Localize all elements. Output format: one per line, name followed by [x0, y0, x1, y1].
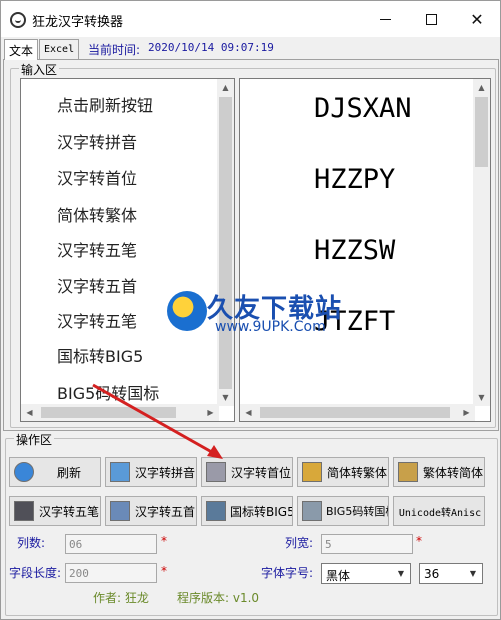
unicode-to-ansi-button[interactable]: Unicode转Anisc — [393, 496, 485, 526]
maximize-button[interactable] — [408, 1, 454, 37]
hanzi-to-initials-button[interactable]: 汉字转首位 — [201, 457, 293, 487]
input-area-label: 输入区 — [19, 61, 60, 78]
font-label: 字体字号: — [261, 566, 314, 580]
operation-area-label: 操作区 — [14, 431, 55, 448]
minimize-icon — [379, 18, 391, 20]
app-logo-icon — [10, 12, 26, 28]
current-time-label: 当前时间: — [88, 43, 141, 57]
big5-to-gb-button[interactable]: BIG5码转国标 — [297, 496, 389, 526]
required-mark: * — [161, 534, 167, 548]
left-horizontal-scrollbar[interactable]: ◀ ▶ — [21, 404, 219, 421]
columns-field[interactable]: 06 — [65, 534, 157, 554]
list-item[interactable]: 汉字转拼音 — [57, 129, 137, 153]
font-family-value: 黑体 — [326, 569, 351, 583]
scroll-left-icon[interactable]: ◀ — [21, 404, 38, 421]
convert-icon — [302, 462, 322, 482]
list-item[interactable]: 简体转繁体 — [57, 202, 137, 226]
list-item[interactable]: HZZPY — [314, 164, 395, 195]
document-icon — [206, 501, 226, 521]
field-length-field[interactable]: 200 — [65, 563, 157, 583]
author-text: 作者: 狂龙 — [93, 591, 149, 605]
input-area-group: 输入区 点击刷新按钮 汉字转拼音 汉字转首位 简体转繁体 汉字转五笔 汉字转五首… — [10, 61, 496, 428]
font-size-value: 36 — [424, 567, 440, 581]
gb-to-big5-button[interactable]: 国标转BIG5 — [201, 496, 293, 526]
window-title: 狂龙汉字转换器 — [32, 15, 124, 30]
app-window: 狂龙汉字转换器 ✕ 文本 Excel 当前时间: 2020/10/14 09:0… — [0, 0, 501, 620]
right-horizontal-scrollbar[interactable]: ◀ ▶ — [240, 404, 475, 421]
result-list[interactable]: DJSXAN HZZPY HZZSW JTZFT ▲ ▼ ◀ ▶ — [239, 78, 491, 422]
list-item[interactable]: 汉字转五首 — [57, 273, 137, 297]
chevron-down-icon[interactable]: ▼ — [466, 567, 480, 580]
scroll-down-icon[interactable]: ▼ — [473, 389, 490, 406]
close-icon: ✕ — [470, 9, 484, 29]
column-width-label: 列宽: — [285, 536, 314, 550]
scroll-up-icon[interactable]: ▲ — [217, 79, 234, 96]
text-tab-panel: 输入区 点击刷新按钮 汉字转拼音 汉字转首位 简体转繁体 汉字转五笔 汉字转五首… — [3, 59, 499, 431]
list-item[interactable]: 汉字转五笔 — [57, 237, 137, 261]
refresh-icon — [14, 462, 34, 482]
list-item[interactable]: DJSXAN — [314, 93, 412, 124]
required-mark: * — [416, 534, 422, 548]
list-item[interactable]: 汉字转首位 — [57, 165, 137, 189]
scroll-thumb[interactable] — [219, 97, 232, 389]
document-icon — [110, 501, 130, 521]
left-vertical-scrollbar[interactable]: ▲ ▼ — [217, 79, 234, 406]
current-time-value: 2020/10/14 09:07:19 — [148, 41, 274, 54]
function-list[interactable]: 点击刷新按钮 汉字转拼音 汉字转首位 简体转繁体 汉字转五笔 汉字转五首 汉字转… — [20, 78, 235, 422]
scroll-down-icon[interactable]: ▼ — [217, 389, 234, 406]
list-item[interactable]: 国标转BIG5 — [57, 343, 143, 367]
title-bar: 狂龙汉字转换器 ✕ — [1, 1, 500, 37]
scroll-thumb[interactable] — [475, 97, 488, 167]
scroll-up-icon[interactable]: ▲ — [473, 79, 490, 96]
minimize-button[interactable] — [362, 1, 408, 37]
scroll-right-icon[interactable]: ▶ — [458, 404, 475, 421]
watermark-logo-icon — [167, 291, 207, 331]
required-mark: * — [161, 564, 167, 578]
right-vertical-scrollbar[interactable]: ▲ ▼ — [473, 79, 490, 406]
pinyin-icon — [110, 462, 130, 482]
scroll-left-icon[interactable]: ◀ — [240, 404, 257, 421]
document-icon — [302, 501, 322, 521]
font-size-select[interactable]: 36 ▼ — [419, 563, 483, 584]
maximize-icon — [425, 13, 437, 25]
hanzi-to-wubi-initials-button[interactable]: 汉字转五首 — [105, 496, 197, 526]
watermark-url: www.9UPK.Com — [215, 319, 326, 335]
hanzi-to-pinyin-button[interactable]: 汉字转拼音 — [105, 457, 197, 487]
hanzi-to-wubi-button[interactable]: 汉字转五笔 — [9, 496, 101, 526]
scroll-right-icon[interactable]: ▶ — [202, 404, 219, 421]
chevron-down-icon[interactable]: ▼ — [394, 567, 408, 580]
tab-excel[interactable]: Excel — [39, 39, 80, 59]
column-width-field[interactable]: 5 — [321, 534, 413, 554]
columns-label: 列数: — [17, 536, 46, 550]
list-item[interactable]: 汉字转五笔 — [57, 308, 137, 332]
traditional-to-simplified-button[interactable]: 繁体转简体 — [393, 457, 485, 487]
close-button[interactable]: ✕ — [454, 1, 500, 37]
tab-text[interactable]: 文本 — [4, 39, 39, 60]
scroll-thumb[interactable] — [260, 407, 450, 418]
convert-icon — [398, 462, 418, 482]
initials-icon — [206, 462, 226, 482]
field-length-label: 字段长度: — [9, 566, 62, 580]
list-item[interactable]: BIG5码转国标 — [57, 380, 159, 404]
keyboard-icon — [14, 501, 34, 521]
font-family-select[interactable]: 黑体 ▼ — [321, 563, 411, 584]
list-item[interactable]: HZZSW — [314, 235, 395, 266]
version-text: 程序版本: v1.0 — [177, 591, 260, 605]
list-item[interactable]: 点击刷新按钮 — [57, 92, 153, 116]
simplified-to-traditional-button[interactable]: 简体转繁体 — [297, 457, 389, 487]
scroll-thumb[interactable] — [41, 407, 176, 418]
refresh-button[interactable]: 刷新 — [9, 457, 101, 487]
